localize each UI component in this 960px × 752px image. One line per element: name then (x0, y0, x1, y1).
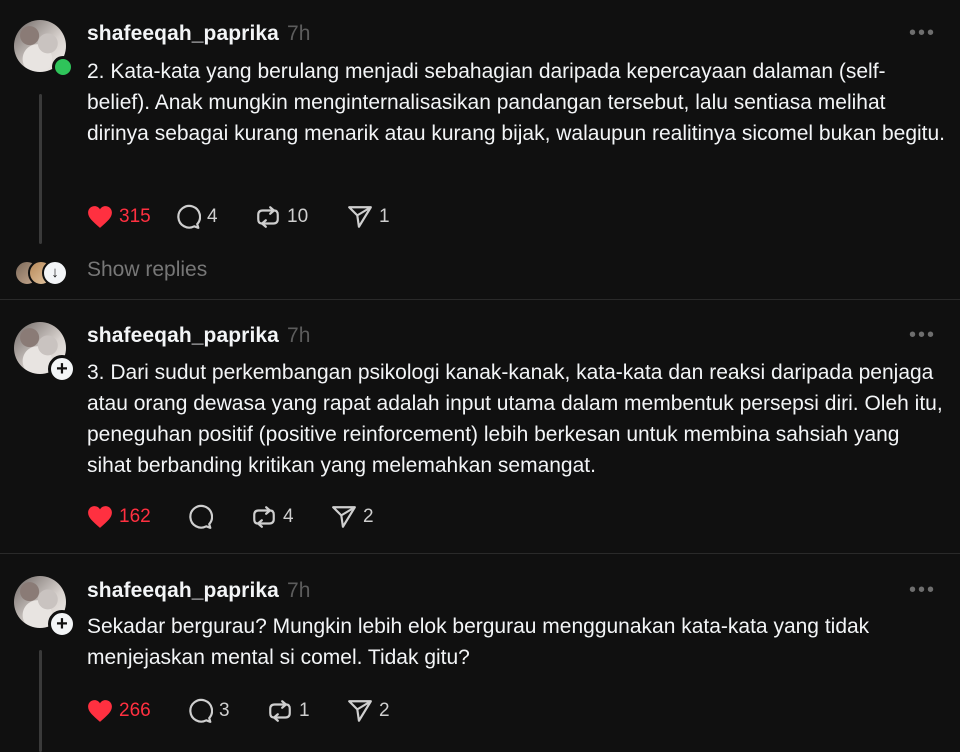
post-text: Sekadar bergurau? Mungkin lebih elok ber… (87, 615, 870, 669)
username[interactable]: shafeeqah_paprika 7h (87, 22, 311, 46)
username[interactable]: shafeeqah_paprika 7h (87, 579, 311, 603)
like-button[interactable]: 266 (87, 699, 187, 723)
share-count: 2 (363, 506, 374, 527)
post-text: 2. Kata-kata yang berulang menjadi sebah… (87, 60, 946, 145)
repost-icon (257, 206, 279, 228)
reply-button[interactable] (187, 504, 251, 530)
reply-count: 3 (219, 700, 230, 721)
share-count: 1 (379, 206, 390, 227)
send-icon (348, 700, 372, 722)
follow-plus-icon[interactable]: + (48, 355, 76, 383)
comment-icon (189, 698, 213, 723)
action-bar: 315 4 10 1 (87, 203, 407, 231)
like-count: 162 (119, 506, 151, 527)
comment-icon (177, 204, 201, 229)
repost-count: 4 (283, 506, 294, 527)
post-time: 7h (286, 324, 311, 347)
share-button[interactable]: 1 (347, 204, 407, 230)
username[interactable]: shafeeqah_paprika 7h (87, 324, 311, 348)
repost-icon (253, 506, 275, 528)
repost-button[interactable]: 10 (255, 204, 347, 230)
share-button[interactable]: 2 (347, 698, 407, 724)
username-label[interactable]: shafeeqah_paprika (87, 579, 279, 602)
repost-button[interactable]: 1 (267, 698, 347, 724)
like-button[interactable]: 315 (87, 205, 175, 229)
reply-count: 4 (207, 206, 218, 227)
like-count: 266 (119, 700, 151, 721)
heart-icon (88, 206, 112, 228)
send-icon (348, 206, 372, 228)
send-icon (332, 506, 356, 528)
online-status-dot (52, 56, 74, 78)
thread-line (39, 650, 42, 752)
more-options-icon[interactable]: ••• (909, 324, 936, 347)
divider (0, 299, 960, 300)
share-button[interactable]: 2 (331, 504, 391, 530)
heart-icon (88, 700, 112, 722)
repost-count: 1 (299, 700, 310, 721)
post-time: 7h (286, 579, 311, 602)
username-label[interactable]: shafeeqah_paprika (87, 324, 279, 347)
show-replies-link[interactable]: Show replies (87, 258, 207, 282)
reply-avatars[interactable]: ↓ (14, 260, 72, 286)
more-options-icon[interactable]: ••• (909, 22, 936, 45)
action-bar: 266 3 1 2 (87, 697, 407, 725)
repost-count: 10 (287, 206, 309, 227)
expand-replies-icon[interactable]: ↓ (42, 260, 68, 286)
repost-icon (269, 700, 291, 722)
heart-icon (88, 506, 112, 528)
username-label[interactable]: shafeeqah_paprika (87, 22, 279, 45)
repost-button[interactable]: 4 (251, 504, 331, 530)
reply-button[interactable]: 3 (187, 698, 267, 724)
comment-icon (189, 504, 213, 529)
action-bar: 162 4 2 (87, 503, 391, 531)
like-button[interactable]: 162 (87, 505, 187, 529)
divider (0, 553, 960, 554)
like-count: 315 (119, 206, 151, 227)
share-count: 2 (379, 700, 390, 721)
reply-button[interactable]: 4 (175, 204, 255, 230)
thread-line (39, 94, 42, 244)
more-options-icon[interactable]: ••• (909, 579, 936, 602)
post-text: 3. Dari sudut perkembangan psikologi kan… (87, 361, 943, 477)
follow-plus-icon[interactable]: + (48, 610, 76, 638)
post-time: 7h (286, 22, 311, 45)
